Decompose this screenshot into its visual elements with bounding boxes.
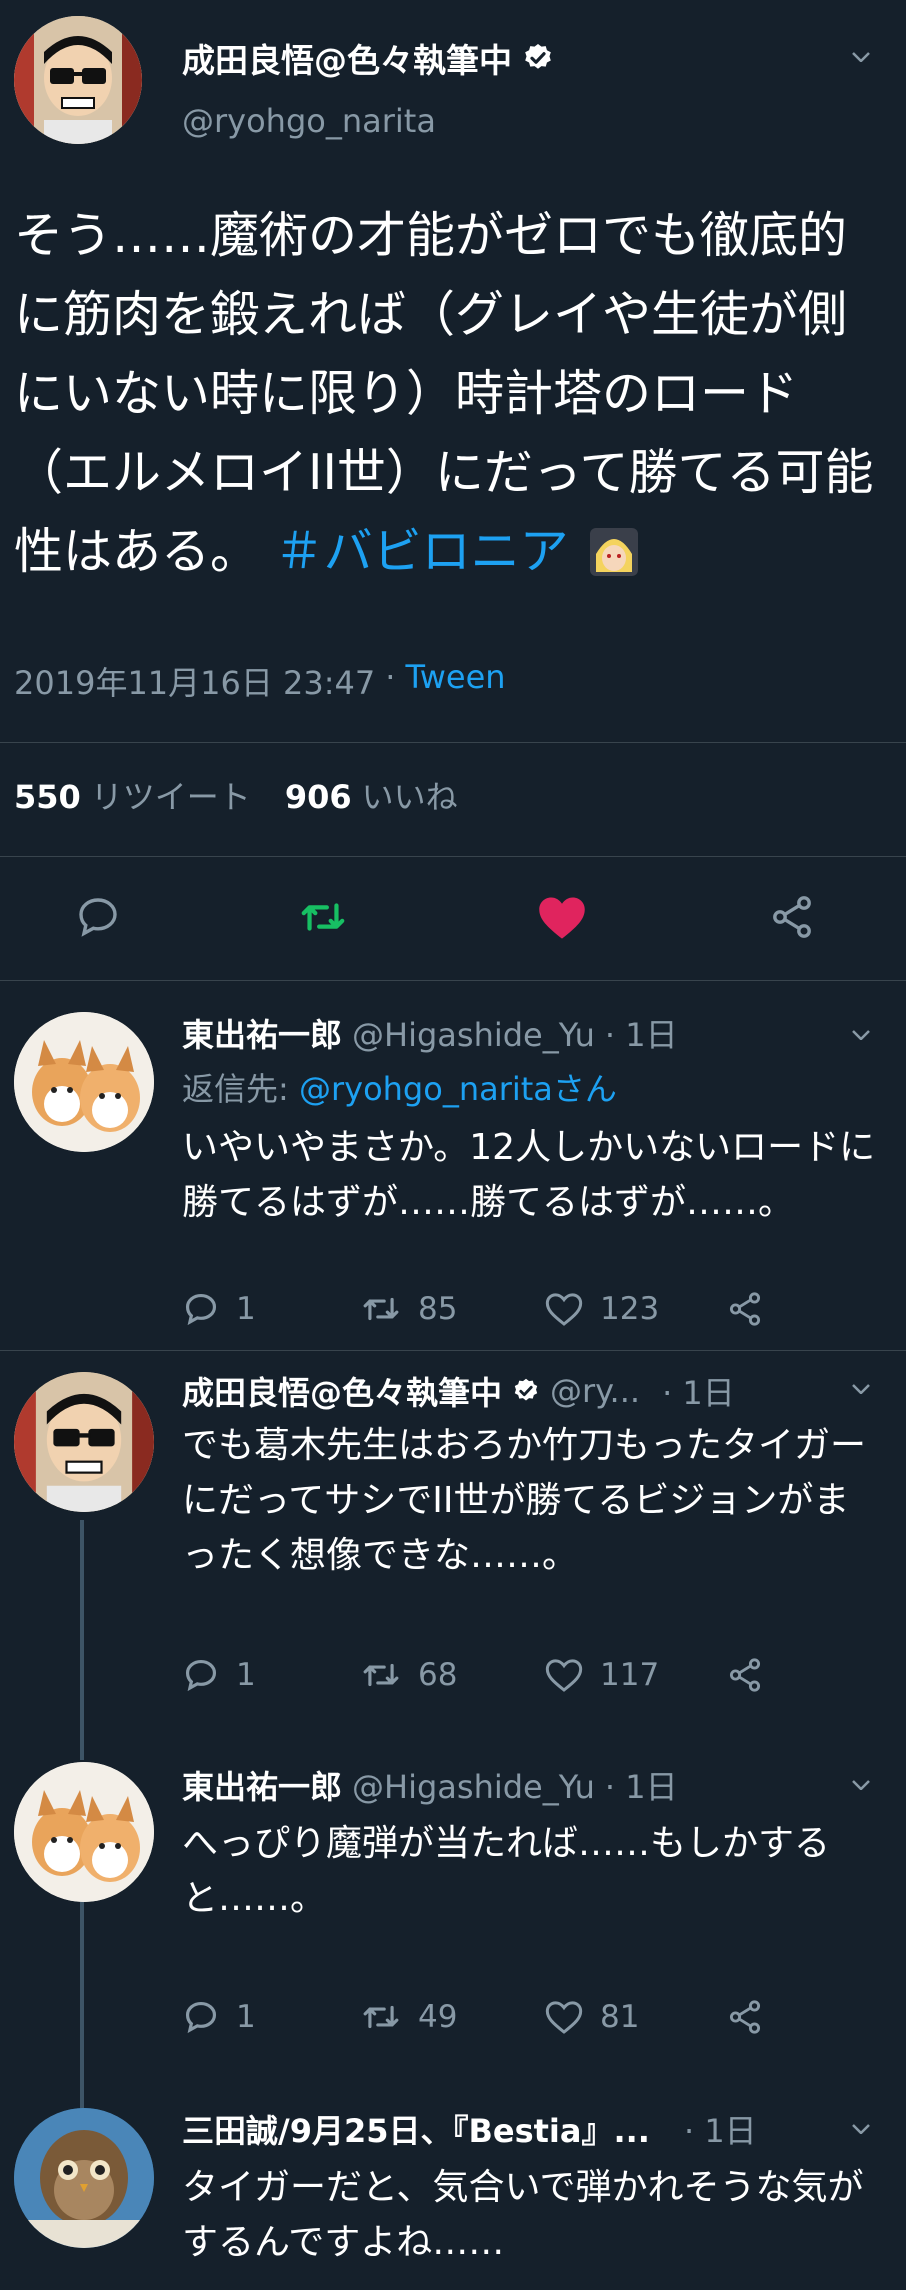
like-count: 81 — [600, 1999, 640, 2035]
reply-to: 返信先: @ryohgo_naritaさん — [182, 1064, 617, 1110]
tweet-body: そう……魔術の才能がゼロでも徹底的に筋肉を鍛えれば（グレイや生徒が側にいない時に… — [14, 196, 894, 591]
reply-icon — [185, 1659, 217, 1692]
display-name[interactable]: 成田良悟@色々執筆中 — [182, 1368, 502, 1414]
reply-button[interactable]: 1 — [182, 1290, 256, 1328]
avatar[interactable] — [14, 16, 142, 144]
reply-button[interactable]: 1 — [182, 1656, 256, 1694]
handle[interactable]: @ry... — [550, 1372, 640, 1410]
verified-badge-icon — [514, 1378, 538, 1401]
thread-line — [80, 1880, 84, 2110]
divider — [0, 1350, 906, 1351]
engagement-stats: 550 リツイート 906 いいね — [14, 772, 458, 818]
reply-count: 1 — [236, 1657, 256, 1693]
reply-count: 1 — [236, 1291, 256, 1327]
display-name[interactable]: 成田良悟@色々執筆中 — [182, 34, 512, 82]
display-name[interactable]: 三田誠/9月25日、『Bestia』... — [182, 2106, 650, 2152]
reply-button[interactable]: 1 — [182, 1998, 256, 2036]
like-count: 123 — [600, 1291, 660, 1327]
avatar[interactable] — [14, 1012, 154, 1152]
reply-icon — [185, 2001, 217, 2034]
time[interactable]: · 1日 — [605, 1762, 678, 1808]
divider — [0, 980, 906, 981]
retweet-count[interactable]: 550 — [14, 778, 81, 816]
timestamp[interactable]: 2019年11月16日 23:47 — [14, 658, 375, 704]
reply-icon[interactable] — [74, 893, 122, 941]
reply-to-suffix: さん — [552, 1070, 617, 1108]
avatar[interactable] — [14, 1372, 154, 1512]
heart-icon — [545, 1659, 583, 1692]
display-name[interactable]: 東出祐一郎 — [182, 1010, 342, 1056]
emoji-icon — [590, 520, 639, 576]
retweet-count: 49 — [418, 1999, 458, 2035]
handle[interactable]: @Higashide_Yu — [352, 1768, 595, 1806]
divider — [0, 742, 906, 743]
like-button[interactable]: 117 — [544, 1656, 659, 1694]
verified-badge-icon — [525, 44, 551, 69]
reply-text: いやいやまさか。12人しかいないロードに勝てるはずが……勝てるはずが……。 — [182, 1127, 876, 1223]
chevron-down-icon[interactable] — [852, 1780, 870, 1790]
handle[interactable]: @Higashide_Yu — [352, 1016, 595, 1054]
share-icon[interactable] — [726, 1998, 764, 2036]
tweet-meta: 2019年11月16日 23:47 · Tween — [14, 658, 506, 704]
chevron-down-icon[interactable] — [852, 1030, 870, 1040]
reply-to-link[interactable]: @ryohgo_narita — [299, 1070, 553, 1108]
like-label[interactable]: いいね — [362, 772, 458, 818]
retweet-label[interactable]: リツイート — [91, 772, 251, 818]
reply-text: へっぴり魔弾が当たれば……もしかすると……。 — [182, 1823, 831, 1919]
hashtag-link[interactable]: ＃バビロニア — [275, 523, 569, 580]
reply-to-prefix: 返信先: — [182, 1070, 299, 1108]
avatar[interactable] — [14, 2108, 154, 2248]
retweet-icon — [363, 1663, 399, 1687]
like-button[interactable]: 123 — [544, 1290, 659, 1328]
retweet-icon[interactable] — [298, 893, 348, 941]
heart-icon — [545, 2001, 583, 2034]
heart-icon[interactable] — [536, 893, 588, 941]
time[interactable]: · 1日 — [684, 2106, 757, 2152]
heart-icon — [545, 1293, 583, 1326]
display-name[interactable]: 東出祐一郎 — [182, 1762, 342, 1808]
retweet-button[interactable]: 85 — [360, 1290, 457, 1328]
retweet-icon — [363, 1297, 399, 1321]
reply-text: タイガーだと、気合いで弾かれそうな気がするんですよね…… — [182, 2167, 864, 2263]
time[interactable]: · 1日 — [662, 1368, 735, 1414]
like-button[interactable]: 81 — [544, 1998, 639, 2036]
chevron-down-icon[interactable] — [852, 52, 870, 62]
retweet-count: 85 — [418, 1291, 458, 1327]
retweet-count: 68 — [418, 1657, 458, 1693]
retweet-button[interactable]: 68 — [360, 1656, 457, 1694]
reply-count: 1 — [236, 1999, 256, 2035]
retweet-icon — [363, 2005, 399, 2029]
share-icon[interactable] — [768, 893, 816, 941]
thread-line — [80, 1520, 84, 1760]
time[interactable]: · 1日 — [605, 1010, 678, 1056]
chevron-down-icon[interactable] — [852, 1384, 870, 1394]
chevron-down-icon[interactable] — [852, 2124, 870, 2134]
reply-icon — [185, 1293, 217, 1326]
avatar[interactable] — [14, 1762, 154, 1902]
share-icon[interactable] — [726, 1290, 764, 1328]
like-count[interactable]: 906 — [285, 778, 352, 816]
share-icon[interactable] — [726, 1656, 764, 1694]
retweet-button[interactable]: 49 — [360, 1998, 457, 2036]
reply-text: でも葛木先生はおろか竹刀もったタイガーにだってサシでII世が勝てるビジョンがまっ… — [182, 1425, 867, 1576]
meta-separator: · — [385, 658, 396, 696]
like-count: 117 — [600, 1657, 660, 1693]
divider — [0, 856, 906, 857]
source-link[interactable]: Tween — [405, 658, 505, 704]
handle[interactable]: @ryohgo_narita — [182, 102, 436, 140]
